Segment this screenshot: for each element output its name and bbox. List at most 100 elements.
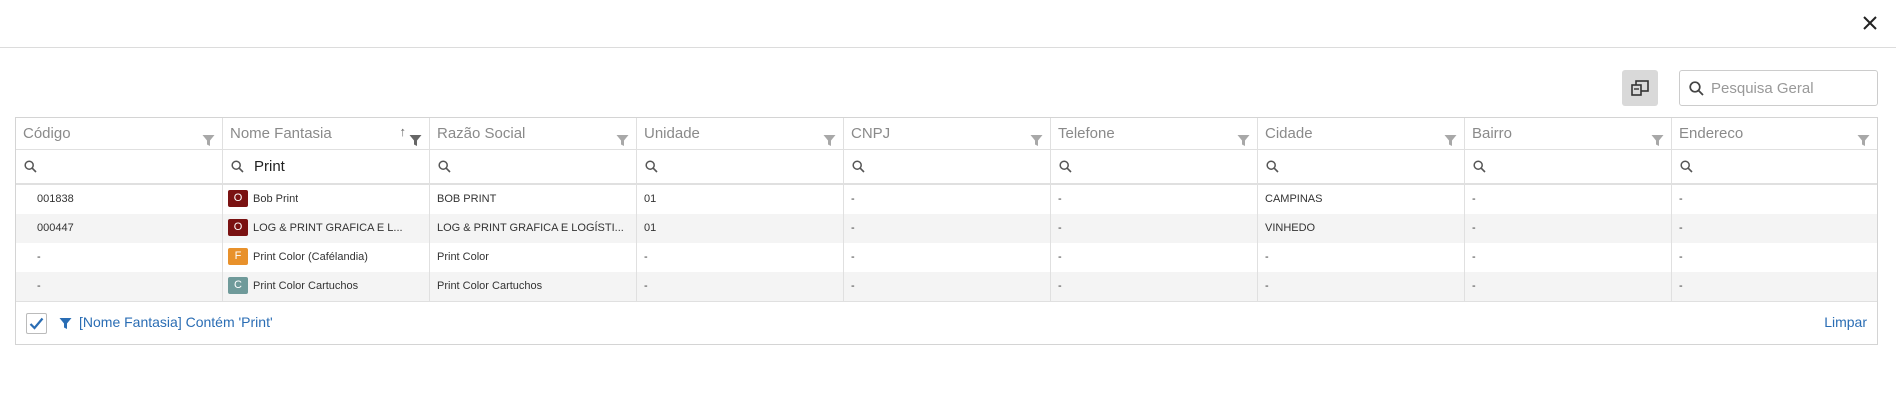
column-header-unidade[interactable]: Unidade (637, 118, 844, 149)
cell-text: - (1472, 251, 1476, 263)
table-row[interactable]: 000447 O LOG & PRINT GRAFICA E L... LOG & P… (16, 214, 1877, 243)
cell-telefone: - (1051, 272, 1258, 301)
cell-text: - (851, 193, 855, 205)
search-icon (1689, 80, 1704, 96)
cell-text: - (37, 251, 41, 263)
cell-text: Print Color (437, 251, 489, 263)
cell-text: - (1265, 251, 1269, 263)
column-header-codigo[interactable]: Código (16, 118, 223, 149)
nome-fantasia-text: LOG & PRINT GRAFICA E L... (253, 222, 403, 234)
column-filter-icon[interactable] (1237, 127, 1250, 149)
sort-ascending-icon[interactable]: ↑ (400, 125, 407, 139)
type-badge: O (228, 190, 248, 207)
cell-razao-social: BOB PRINT (430, 185, 637, 214)
filter-cell-endereco[interactable] (1672, 149, 1877, 183)
cell-text: - (1679, 193, 1683, 205)
column-header-cnpj[interactable]: CNPJ (844, 118, 1051, 149)
search-icon (1059, 159, 1072, 173)
search-icon (645, 159, 658, 173)
cell-text: - (1679, 280, 1683, 292)
grid-filter-row: Print (16, 149, 1877, 185)
filter-input-nome-fantasia[interactable]: Print (254, 158, 285, 175)
column-header-nome-fantasia[interactable]: Nome Fantasia ↑ (223, 118, 430, 149)
cell-text: CAMPINAS (1265, 193, 1323, 205)
cell-cidade: CAMPINAS (1258, 185, 1465, 214)
column-header-label: Cidade (1265, 125, 1313, 142)
table-row[interactable]: - C Print Color Cartuchos Print Color Cartu… (16, 272, 1877, 301)
cell-text: - (1472, 193, 1476, 205)
cell-text: - (851, 280, 855, 292)
column-filter-icon[interactable] (1651, 127, 1664, 149)
column-filter-icon[interactable] (616, 127, 629, 149)
filter-cell-cidade[interactable] (1258, 149, 1465, 183)
cell-endereco: - (1672, 243, 1877, 272)
cell-cnpj: - (844, 272, 1051, 301)
search-input[interactable] (1711, 79, 1861, 97)
search-icon (24, 159, 37, 173)
cell-text: - (37, 280, 41, 292)
filter-cell-bairro[interactable] (1465, 149, 1672, 183)
column-header-telefone[interactable]: Telefone (1051, 118, 1258, 149)
cell-text: - (1058, 251, 1062, 263)
cell-codigo: - (16, 272, 223, 301)
nome-fantasia-text: Print Color Cartuchos (253, 280, 359, 292)
cell-text: 01 (644, 193, 657, 205)
cell-text: - (1472, 280, 1476, 292)
close-button[interactable] (1858, 11, 1882, 35)
cell-cnpj: - (844, 243, 1051, 272)
table-row[interactable]: 001838 O Bob Print BOB PRINT 01 - - CAMPINAS - - (16, 185, 1877, 214)
cell-cidade: - (1258, 272, 1465, 301)
global-search[interactable] (1679, 70, 1878, 106)
cell-text: - (1679, 251, 1683, 263)
column-filter-icon[interactable] (823, 127, 836, 149)
cell-cidade: VINHEDO (1258, 214, 1465, 243)
filter-icon (59, 317, 72, 335)
column-filter-icon[interactable] (409, 127, 422, 149)
cell-nome-fantasia: O Bob Print (223, 185, 430, 214)
filter-cell-nome-fantasia[interactable]: Print (223, 149, 430, 183)
cell-razao-social: Print Color Cartuchos (430, 272, 637, 301)
cell-bairro: - (1465, 214, 1672, 243)
cell-text: 001838 (37, 193, 74, 205)
grid-filter-panel: [Nome Fantasia] Contém 'Print' Limpar (16, 301, 1877, 344)
cell-text: LOG & PRINT GRAFICA E LOGÍSTI... (437, 222, 624, 234)
search-icon (438, 159, 451, 173)
cell-unidade: - (637, 243, 844, 272)
cell-text: - (1058, 193, 1062, 205)
cell-cnpj: - (844, 185, 1051, 214)
search-icon (1680, 159, 1693, 173)
filter-cell-unidade[interactable] (637, 149, 844, 183)
close-icon[interactable] (1863, 16, 1877, 30)
type-badge: O (228, 219, 248, 236)
column-header-endereco[interactable]: Endereco (1672, 118, 1877, 149)
table-row[interactable]: - F Print Color (Cafélandia) Print Color - - -… (16, 243, 1877, 272)
cell-text: - (1058, 222, 1062, 234)
filter-cell-razao-social[interactable] (430, 149, 637, 183)
column-header-cidade[interactable]: Cidade (1258, 118, 1465, 149)
column-filter-icon[interactable] (1444, 127, 1457, 149)
cell-text: VINHEDO (1265, 222, 1316, 234)
column-header-razao-social[interactable]: Razão Social (430, 118, 637, 149)
column-filter-icon[interactable] (202, 127, 215, 149)
column-header-bairro[interactable]: Bairro (1465, 118, 1672, 149)
cell-nome-fantasia: O LOG & PRINT GRAFICA E L... (223, 214, 430, 243)
column-chooser-button[interactable] (1622, 70, 1658, 106)
clear-filter-button[interactable]: Limpar (1824, 314, 1867, 330)
filter-expression-link[interactable]: [Nome Fantasia] Contém 'Print' (79, 314, 273, 330)
nome-fantasia-text: Print Color (Cafélandia) (253, 251, 368, 263)
filter-cell-codigo[interactable] (16, 149, 223, 183)
dialog-header (0, 0, 1896, 48)
cell-telefone: - (1051, 185, 1258, 214)
column-filter-icon[interactable] (1857, 127, 1870, 149)
column-filter-icon[interactable] (1030, 127, 1043, 149)
column-header-label: Razão Social (437, 125, 526, 142)
column-header-label: Bairro (1472, 125, 1513, 142)
filter-cell-telefone[interactable] (1051, 149, 1258, 183)
column-header-label: Endereco (1679, 125, 1744, 142)
filter-cell-cnpj[interactable] (844, 149, 1051, 183)
column-chooser-icon[interactable] (1631, 80, 1649, 96)
cell-nome-fantasia: F Print Color (Cafélandia) (223, 243, 430, 272)
cell-bairro: - (1465, 272, 1672, 301)
filter-enabled-checkbox[interactable] (26, 313, 47, 334)
cell-codigo: 001838 (16, 185, 223, 214)
